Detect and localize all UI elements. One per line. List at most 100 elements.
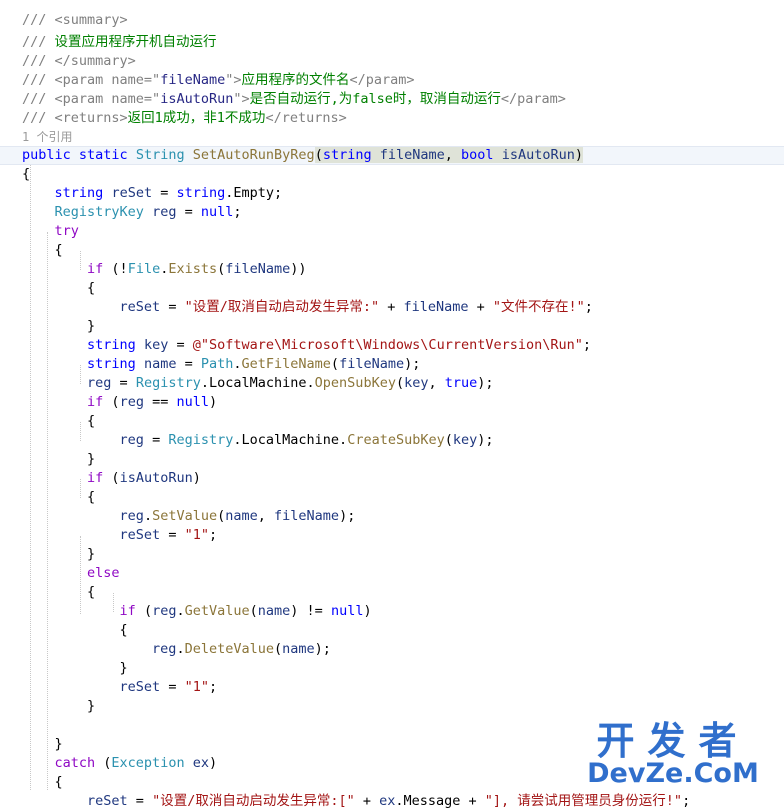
code-line-else-close-brace[interactable]: } (0, 697, 784, 716)
doc-param-isautorun-text: 是否自动运行,为false时，取消自动运行 (249, 91, 501, 107)
code-line-body-open-brace[interactable]: { (0, 165, 784, 184)
var-reset-decl: reSet (111, 185, 153, 201)
code-line-if3-open-brace[interactable]: { (0, 488, 784, 507)
kw-if-3: if (87, 470, 104, 486)
codelens-row[interactable]: 1 个引用 (0, 128, 784, 146)
type-file: File (127, 261, 161, 277)
code-line-if1-open-brace[interactable]: { (0, 279, 784, 298)
var-name-decl: name (143, 356, 177, 372)
method-getvalue: GetValue (184, 603, 250, 619)
code-surface[interactable]: /// <summary> /// 设置应用程序开机自动运行 /// </sum… (0, 0, 784, 811)
type-registry-1: Registry (135, 375, 201, 391)
kw-null-2: null (176, 394, 209, 410)
type-path: Path (200, 356, 234, 372)
code-line-method-signature[interactable]: public static String SetAutoRunByReg(str… (0, 146, 784, 165)
code-line-if-file-exists[interactable]: if (!File.Exists(fileName)) (0, 260, 784, 279)
kw-if-2: if (87, 394, 104, 410)
kw-catch: catch (54, 755, 96, 771)
method-name: SetAutoRunByReg (192, 147, 315, 163)
code-line-decl-reg[interactable]: RegistryKey reg = null; (0, 203, 784, 222)
method-createsubkey: CreateSubKey (347, 432, 445, 448)
doc-param-open: /// <param name= (22, 72, 153, 88)
method-getfilename: GetFileName (241, 356, 331, 372)
return-type-String: String (135, 147, 185, 163)
code-line-else-open-brace[interactable]: { (0, 583, 784, 602)
string-catch-prefix: "设置/取消自动启动发生异常:[" (152, 793, 355, 809)
kw-true: true (444, 375, 478, 391)
doc-param-filename-attr: fileName (160, 72, 226, 88)
doc-param-open-2: /// <param name= (22, 91, 153, 107)
code-line-doc-summary-text[interactable]: /// 设置应用程序开机自动运行 (0, 33, 784, 52)
doc-returns-open: /// <returns> (22, 110, 128, 126)
code-line-try-close-brace[interactable]: } (0, 735, 784, 754)
kw-null-3: null (330, 603, 364, 619)
code-line-if4-close-brace[interactable]: } (0, 659, 784, 678)
kw-try: try (54, 223, 79, 239)
code-line-if-getvalue[interactable]: if (reg.GetValue(name) != null) (0, 602, 784, 621)
doc-param-filename-text: 应用程序的文件名 (241, 72, 350, 88)
member-localmachine-2: LocalMachine (241, 432, 340, 448)
code-line-decl-key[interactable]: string key = @"Software\Microsoft\Window… (0, 336, 784, 355)
code-line-if-isautorun[interactable]: if (isAutoRun) (0, 469, 784, 488)
code-line-decl-name[interactable]: string name = Path.GetFileName(fileName)… (0, 355, 784, 374)
var-reg-4: reg (152, 641, 177, 657)
doc-summary-open-text: /// <summary> (22, 12, 128, 28)
code-line-if4-open-brace[interactable]: { (0, 621, 784, 640)
kw-if-4: if (119, 603, 136, 619)
method-setvalue: SetValue (152, 508, 218, 524)
method-opensubkey: OpenSubKey (314, 375, 396, 391)
code-line-doc-param-isautorun[interactable]: /// <param name="isAutoRun">是否自动运行,为fals… (0, 90, 784, 109)
string-one-2: "1" (184, 679, 209, 695)
doc-returns-close: </returns> (265, 110, 347, 126)
kw-static: static (78, 147, 128, 163)
type-exception: Exception (111, 755, 185, 771)
string-catch-suffix: "], 请尝试用管理员身份运行!" (484, 793, 683, 809)
codelens-references-link[interactable]: 1 个引用 (22, 130, 72, 144)
kw-if-1: if (87, 261, 104, 277)
code-line-catch[interactable]: catch (Exception ex) (0, 754, 784, 773)
code-line-setvalue[interactable]: reg.SetValue(name, fileName); (0, 507, 784, 526)
doc-summary-body: 设置应用程序开机自动运行 (54, 34, 217, 50)
var-reg-2: reg (119, 432, 144, 448)
code-line-reset-one-2[interactable]: reSet = "1"; (0, 678, 784, 697)
method-exists: Exists (168, 261, 218, 277)
doc-summary-close-text: /// </summary> (22, 53, 136, 69)
code-line-doc-returns[interactable]: /// <returns>返回1成功，非1不成功</returns> (0, 109, 784, 128)
var-reset-1: reSet (119, 299, 161, 315)
code-line-try[interactable]: try (0, 222, 784, 241)
code-line-if3-close-brace[interactable]: } (0, 545, 784, 564)
var-reset-3: reSet (119, 679, 161, 695)
code-line-if2-open-brace[interactable]: { (0, 412, 784, 431)
code-line-doc-summary-open[interactable]: /// <summary> (0, 0, 784, 33)
kw-string-2: string (87, 337, 136, 353)
code-line-reset-err-notexist[interactable]: reSet = "设置/取消自动启动发生异常:" + fileName + "文… (0, 298, 784, 317)
code-line-try-open-brace[interactable]: { (0, 241, 784, 260)
code-line-catch-open-brace[interactable]: { (0, 773, 784, 792)
code-line-doc-summary-close[interactable]: /// </summary> (0, 52, 784, 71)
code-line-else[interactable]: else (0, 564, 784, 583)
kw-public: public (22, 147, 71, 163)
var-ex: ex (192, 755, 209, 771)
string-err-prefix: "设置/取消自动启动发生异常:" (184, 299, 380, 315)
code-line-doc-param-filename[interactable]: /// <param name="fileName">应用程序的文件名</par… (0, 71, 784, 90)
code-line-reset-one-1[interactable]: reSet = "1"; (0, 526, 784, 545)
code-line-if-reg-null[interactable]: if (reg == null) (0, 393, 784, 412)
code-line-createsubkey[interactable]: reg = Registry.LocalMachine.CreateSubKey… (0, 431, 784, 450)
doc-returns-text: 返回1成功，非1不成功 (127, 110, 266, 126)
code-line-reset-catch-msg[interactable]: reSet = "设置/取消自动启动发生异常:[" + ex.Message +… (0, 792, 784, 811)
method-parameter-list[interactable]: (string fileName, bool isAutoRun) (314, 147, 583, 163)
code-line-if1-close-brace[interactable]: } (0, 317, 784, 336)
kw-string-3: string (87, 356, 136, 372)
code-line-decl-reset[interactable]: string reSet = string.Empty; (0, 184, 784, 203)
var-reg-3: reg (119, 508, 144, 524)
string-registry-path: @"Software\Microsoft\Windows\CurrentVers… (192, 337, 583, 353)
doc-param-close-2: </param> (500, 91, 566, 107)
kw-null-1: null (200, 204, 234, 220)
code-line-blank[interactable] (0, 716, 784, 735)
code-line-if2-close-brace[interactable]: } (0, 450, 784, 469)
kw-else: else (87, 565, 120, 581)
code-line-deletevalue[interactable]: reg.DeleteValue(name); (0, 640, 784, 659)
code-editor[interactable]: /// <summary> /// 设置应用程序开机自动运行 /// </sum… (0, 0, 784, 811)
type-registry-2: Registry (168, 432, 234, 448)
code-line-opensubkey[interactable]: reg = Registry.LocalMachine.OpenSubKey(k… (0, 374, 784, 393)
